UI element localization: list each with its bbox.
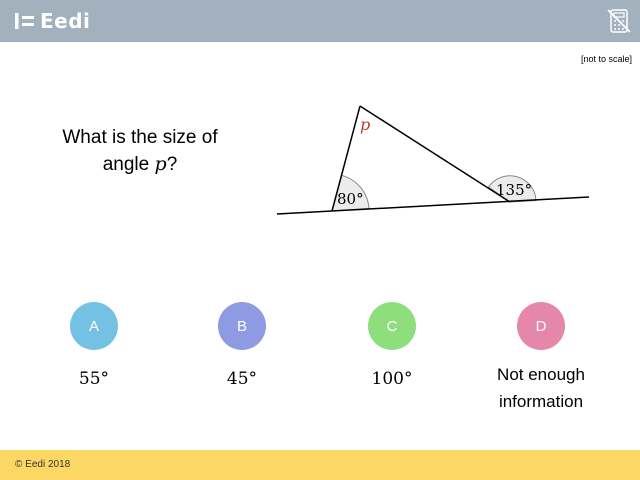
- option-d-answer: Not enough information: [497, 365, 585, 411]
- header-bar: Eedi: [0, 0, 640, 42]
- copyright-text: © Eedi 2018: [15, 459, 71, 470]
- angle-label-p: p: [360, 115, 370, 134]
- option-b-answer: 45°: [226, 369, 258, 389]
- option-d-letter: D: [535, 317, 547, 335]
- option-c-button[interactable]: C: [368, 302, 416, 350]
- option-c-letter: C: [386, 317, 398, 335]
- triangle-diagram: p 80° 135°: [276, 105, 590, 215]
- triangle-right-side: [359, 105, 511, 203]
- calculator-crossed-icon: [607, 9, 631, 33]
- option-c-answer: 100°: [371, 369, 413, 389]
- option-a-letter: A: [88, 317, 99, 335]
- option-a-button[interactable]: A: [70, 302, 118, 350]
- footer-bar: © Eedi 2018: [0, 450, 640, 480]
- question-text-after: ?: [166, 154, 178, 175]
- option-a-answer: 55°: [78, 369, 110, 389]
- eedi-logo-icon: [15, 13, 34, 29]
- brand-name: Eedi: [40, 9, 91, 33]
- question-text: What is the size of angle p?: [40, 125, 240, 178]
- option-b-button[interactable]: B: [218, 302, 266, 350]
- scale-note: [not to scale]: [580, 54, 632, 64]
- option-b-letter: B: [236, 317, 247, 335]
- question-text-before: What is the size of angle: [62, 127, 218, 175]
- option-d-button[interactable]: D: [517, 302, 565, 350]
- brand-logo[interactable]: Eedi: [14, 8, 90, 34]
- angle-label-135: 135°: [496, 181, 532, 199]
- question-variable: p: [154, 153, 167, 175]
- base-line: [276, 196, 590, 215]
- angle-label-80: 80°: [337, 190, 364, 208]
